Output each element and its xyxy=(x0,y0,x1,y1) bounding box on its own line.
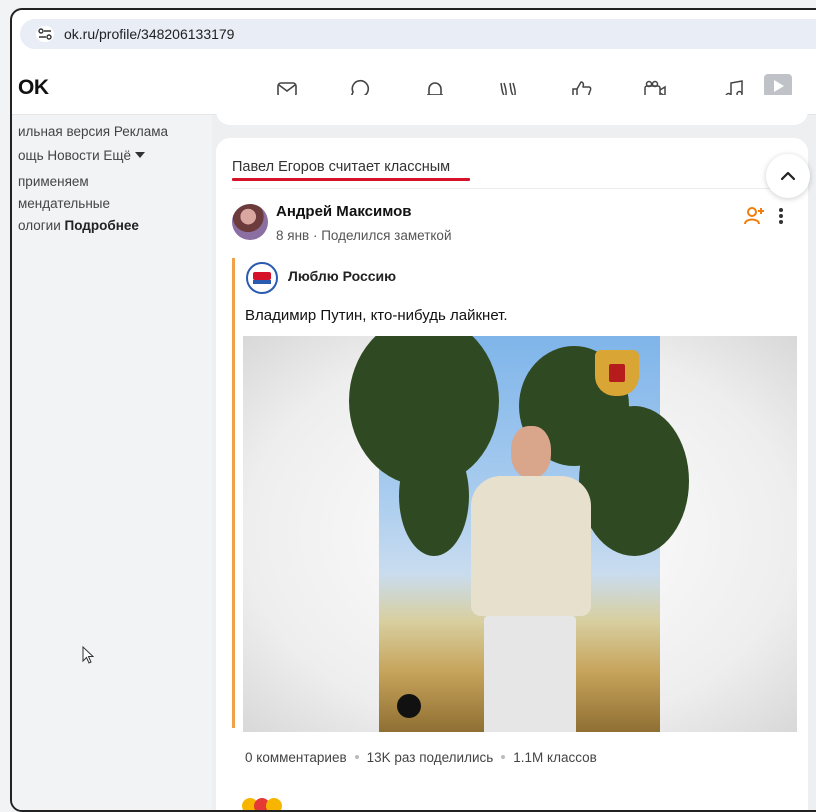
more-info-link[interactable]: Подробнее xyxy=(65,218,139,233)
more-options-icon[interactable] xyxy=(776,205,786,227)
add-friend-icon[interactable] xyxy=(743,205,765,227)
cookie-notice-line-2: мендательные xyxy=(18,196,111,211)
browser-window: ok.ru/profile/348206133179 OK ильная вер… xyxy=(10,8,816,812)
chevron-down-icon[interactable] xyxy=(135,152,146,158)
mouse-cursor-icon xyxy=(82,645,95,669)
photo-image xyxy=(349,336,689,732)
cookie-notice-line-3: ологии Подробнее xyxy=(18,218,139,233)
post-card: Павел Егоров считает классным Андрей Мак… xyxy=(216,138,810,810)
group-name[interactable]: Люблю Россию xyxy=(288,268,396,284)
previous-card xyxy=(216,95,808,125)
feed: Павел Егоров считает классным Андрей Мак… xyxy=(212,95,816,810)
post-text: Владимир Путин, кто-нибудь лайкнет. xyxy=(245,307,508,324)
cookie-notice-line-1: применяем xyxy=(18,174,89,189)
header-underline xyxy=(232,178,470,181)
post-stats: 0 комментариев 13K раз поделились 1.1M кла… xyxy=(245,750,597,765)
ok-logo[interactable]: OK xyxy=(18,76,49,100)
post-meta: 8 янв · Поделился заметкой xyxy=(276,228,452,243)
emblem-icon xyxy=(595,350,639,396)
url-text[interactable]: ok.ru/profile/348206133179 xyxy=(64,26,234,42)
chevron-up-icon xyxy=(780,171,796,181)
left-sidebar: ильная версия Реклама ощь Новости Ещё пр… xyxy=(12,115,212,810)
shares-count[interactable]: 13K раз поделились xyxy=(367,750,494,765)
group-avatar[interactable] xyxy=(246,262,278,294)
author-avatar[interactable] xyxy=(232,204,268,240)
header-separator xyxy=(232,188,794,189)
comments-count[interactable]: 0 комментариев xyxy=(245,750,347,765)
watermark-icon xyxy=(397,694,421,718)
sidebar-footer-links-2[interactable]: ощь Новости Ещё xyxy=(18,148,146,163)
cookie-notice-text: ологии xyxy=(18,218,65,233)
post-reason-header[interactable]: Павел Егоров считает классным xyxy=(232,159,450,175)
post-photo[interactable] xyxy=(243,336,797,732)
reactions-row[interactable] xyxy=(242,798,302,810)
likes-count[interactable]: 1.1M классов xyxy=(513,750,597,765)
quote-bar xyxy=(232,258,235,728)
site-settings-icon[interactable] xyxy=(36,26,54,42)
author-name[interactable]: Андрей Максимов xyxy=(276,203,411,220)
scroll-to-top-button[interactable] xyxy=(766,154,810,198)
sidebar-links-text[interactable]: ощь Новости Ещё xyxy=(18,148,131,163)
sidebar-footer-links-1[interactable]: ильная версия Реклама xyxy=(18,124,168,139)
address-bar[interactable]: ok.ru/profile/348206133179 xyxy=(20,19,816,49)
